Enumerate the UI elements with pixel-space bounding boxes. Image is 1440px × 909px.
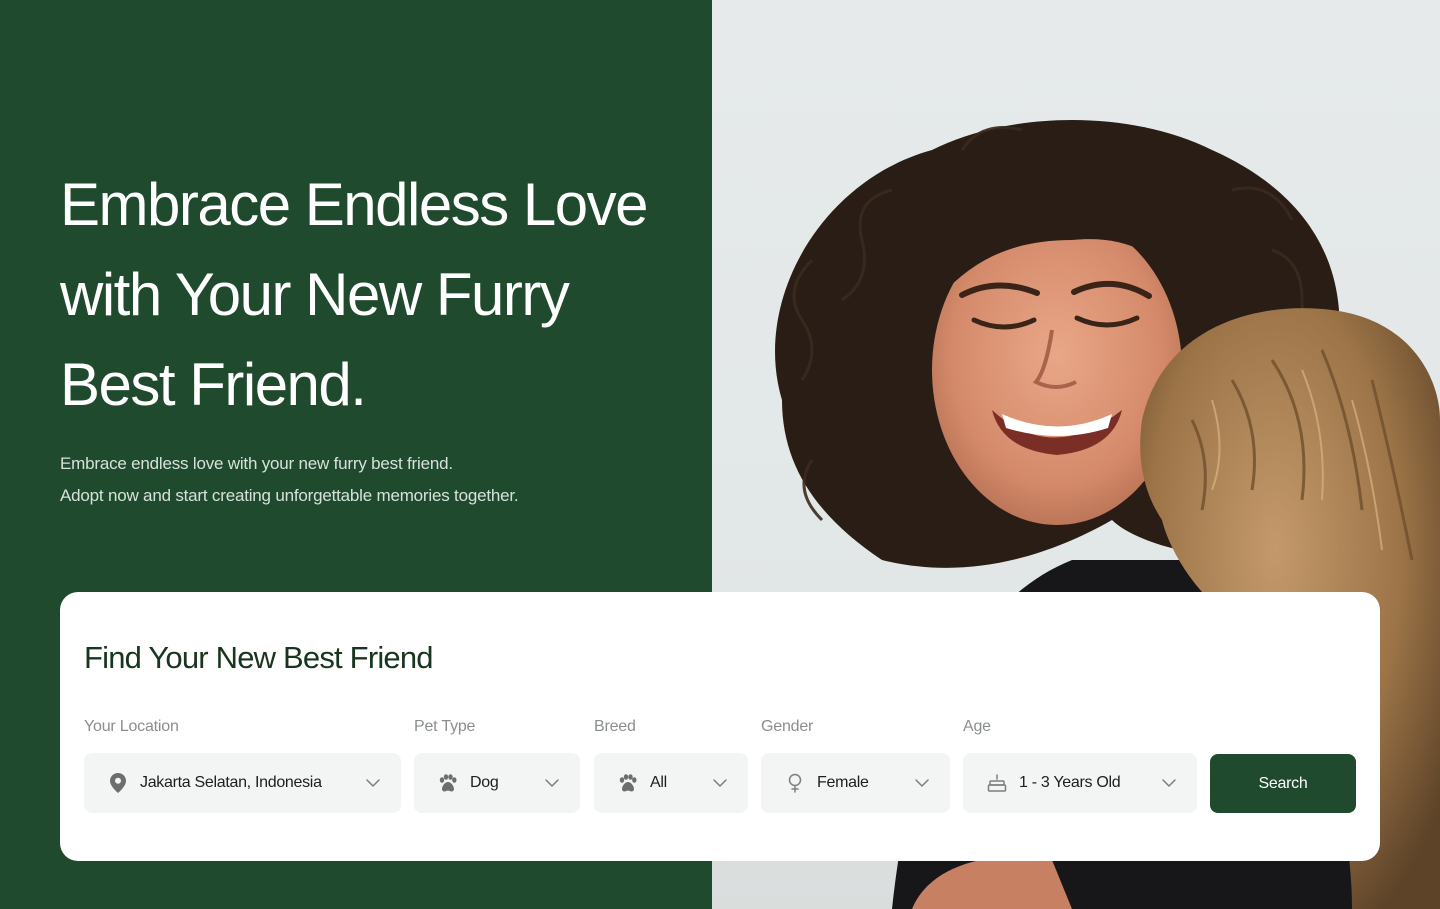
pet-type-label: Pet Type (414, 718, 476, 735)
chevron-down-icon (544, 775, 560, 791)
location-pin-icon (108, 773, 128, 793)
location-value: Jakarta Selatan, Indonesia (140, 774, 322, 791)
hero-subtitle-line-1: Embrace endless love with your new furry… (60, 454, 453, 473)
age-value: 1 - 3 Years Old (1019, 774, 1121, 791)
age-label: Age (963, 718, 991, 735)
hero-title-line-3: Best Friend. (60, 351, 367, 418)
breed-label: Breed (594, 718, 636, 735)
gender-select[interactable]: Female (761, 753, 950, 813)
breed-select[interactable]: All (594, 753, 748, 813)
female-icon (785, 773, 805, 793)
paw-icon (438, 773, 458, 793)
pet-type-value: Dog (470, 774, 499, 791)
hero-title: Embrace Endless Love with Your New Furry… (60, 160, 700, 430)
hero-title-line-2: with Your New Furry (60, 261, 570, 328)
gender-label: Gender (761, 718, 814, 735)
chevron-down-icon (712, 775, 728, 791)
pet-type-select[interactable]: Dog (414, 753, 580, 813)
chevron-down-icon (914, 775, 930, 791)
search-card: Find Your New Best Friend Your Location … (60, 592, 1380, 861)
cake-icon (987, 773, 1007, 793)
hero-subtitle-line-2: Adopt now and start creating unforgettab… (60, 486, 519, 505)
hero-subtitle: Embrace endless love with your new furry… (60, 448, 660, 512)
age-select[interactable]: 1 - 3 Years Old (963, 753, 1197, 813)
location-label: Your Location (84, 718, 179, 735)
gender-value: Female (817, 774, 869, 791)
search-card-title: Find Your New Best Friend (84, 640, 434, 675)
chevron-down-icon (1161, 775, 1177, 791)
location-select[interactable]: Jakarta Selatan, Indonesia (84, 753, 401, 813)
chevron-down-icon (365, 775, 381, 791)
paw-icon (618, 773, 638, 793)
search-button[interactable]: Search (1210, 754, 1356, 813)
breed-value: All (650, 774, 667, 791)
hero-title-line-1: Embrace Endless Love (60, 171, 649, 238)
